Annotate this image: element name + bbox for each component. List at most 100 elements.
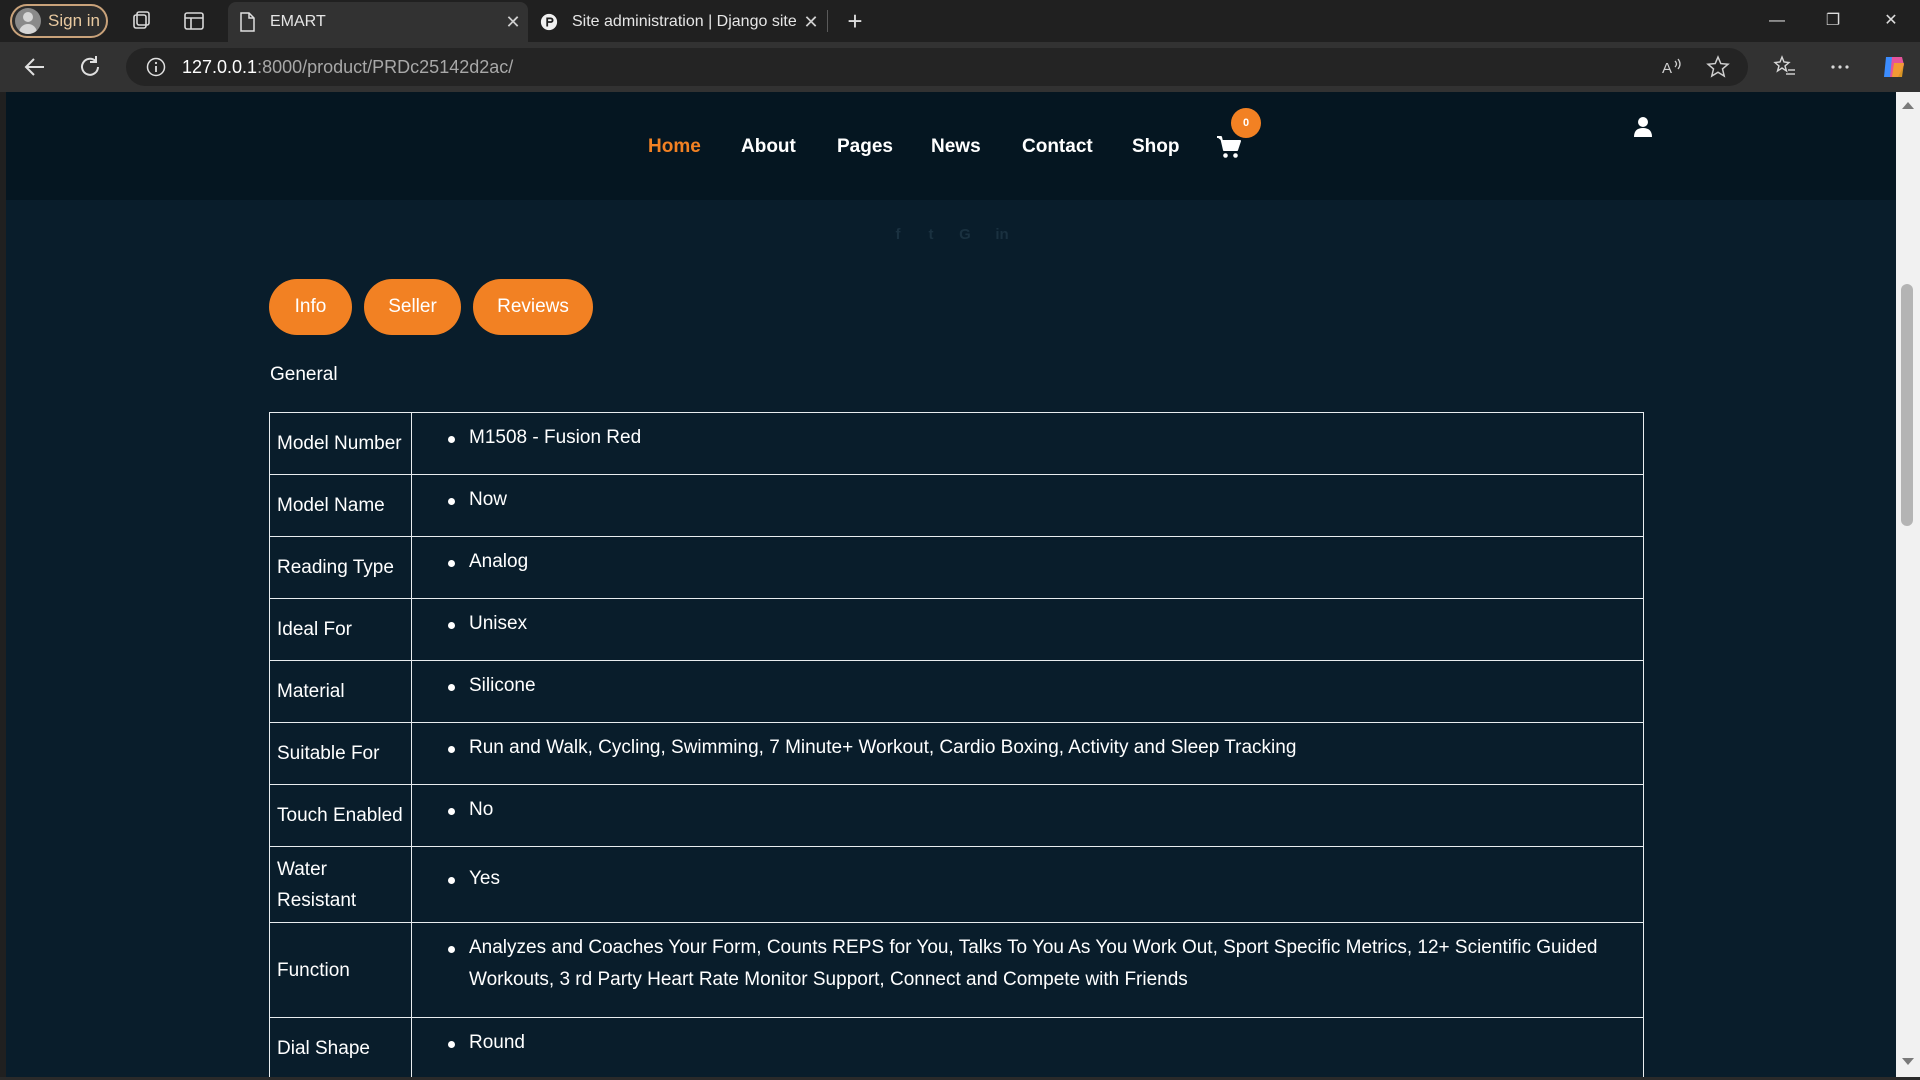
table-row: Model Number M1508 - Fusion Red [269, 412, 1644, 475]
favorites-list-icon[interactable] [1773, 55, 1797, 79]
spec-key: Water Resistant [269, 846, 412, 923]
table-row: Suitable For Run and Walk, Cycling, Swim… [269, 722, 1644, 785]
tab-title: EMART [270, 13, 326, 30]
spec-value: Run and Walk, Cycling, Swimming, 7 Minut… [469, 737, 1297, 758]
spec-key: Dial Shape [269, 1017, 412, 1077]
sign-in-button[interactable]: Sign in [10, 4, 108, 38]
nav-contact[interactable]: Contact [1022, 136, 1093, 158]
tab-reviews[interactable]: Reviews [473, 279, 593, 335]
url-host: 127.0.0.1 [182, 56, 258, 77]
user-account-icon[interactable] [1633, 116, 1653, 138]
spec-value-cell: Unisex [411, 598, 1644, 661]
table-row: Function Analyzes and Coaches Your Form,… [269, 922, 1644, 1018]
bullet-dot [448, 1041, 455, 1048]
back-arrow-icon[interactable] [22, 54, 48, 80]
spec-value: Analog [469, 551, 529, 572]
table-row: Model Name Now [269, 474, 1644, 537]
sign-in-label: Sign in [48, 11, 100, 30]
specifications-table: Model Number M1508 - Fusion Red Model Na… [269, 412, 1644, 1077]
spec-value-cell: Yes [411, 846, 1644, 923]
bullet-dot [448, 622, 455, 629]
close-tab-icon[interactable]: ✕ [796, 12, 826, 33]
spec-value: Unisex [469, 613, 528, 634]
bullet-dot [448, 746, 455, 753]
workspaces-icon[interactable] [130, 10, 152, 32]
vertical-scrollbar[interactable] [1896, 92, 1920, 1077]
spec-value-cell: Round [411, 1017, 1644, 1077]
web-page: Home About Pages News Contact Shop 0 f t… [6, 92, 1896, 1077]
url-field[interactable]: 127.0.0.1:8000/product/PRDc25142d2ac/ A [126, 48, 1748, 86]
spec-key: Ideal For [269, 598, 412, 661]
tab-emart[interactable]: EMART ✕ [228, 2, 528, 42]
bullet-dot [448, 684, 455, 691]
django-favicon-icon [540, 13, 558, 31]
table-row: Water Resistant Yes [269, 846, 1644, 923]
close-tab-icon[interactable]: ✕ [498, 12, 528, 33]
table-row: Material Silicone [269, 660, 1644, 723]
nav-shop[interactable]: Shop [1132, 136, 1180, 158]
spec-value-cell: Analyzes and Coaches Your Form, Counts R… [411, 922, 1644, 1018]
spec-value: M1508 - Fusion Red [469, 427, 642, 448]
tab-info[interactable]: Info [269, 279, 352, 335]
site-info-icon[interactable] [146, 57, 166, 77]
tab-seller[interactable]: Seller [364, 279, 461, 335]
twitter-icon[interactable]: t [922, 226, 940, 244]
svg-text:A: A [1662, 60, 1672, 77]
nav-about[interactable]: About [741, 136, 796, 158]
close-window-button[interactable]: ✕ [1871, 8, 1911, 34]
scroll-up-arrow-icon[interactable] [1902, 102, 1914, 109]
spec-value-cell: Silicone [411, 660, 1644, 723]
google-plus-icon[interactable]: G [956, 226, 974, 244]
spec-key: Touch Enabled [269, 784, 412, 847]
table-row: Touch Enabled No [269, 784, 1644, 847]
section-title: General [270, 364, 338, 385]
page-icon [240, 12, 255, 32]
spec-key: Suitable For [269, 722, 412, 785]
table-row: Dial Shape Round [269, 1017, 1644, 1077]
spec-value: Yes [469, 868, 500, 889]
restore-button[interactable]: ❐ [1813, 8, 1853, 34]
spec-key: Material [269, 660, 412, 723]
nav-news[interactable]: News [931, 136, 981, 158]
spec-value-cell: No [411, 784, 1644, 847]
bullet-dot [448, 436, 455, 443]
product-tabs: Info Seller Reviews [269, 279, 593, 335]
spec-key: Function [269, 922, 412, 1018]
new-tab-button[interactable]: + [840, 6, 870, 36]
table-row: Ideal For Unisex [269, 598, 1644, 661]
nav-home[interactable]: Home [648, 136, 701, 158]
url-path: :8000/product/PRDc25142d2ac/ [257, 56, 514, 77]
scroll-down-arrow-icon[interactable] [1902, 1058, 1914, 1065]
refresh-icon[interactable] [77, 54, 103, 80]
table-row: Reading Type Analog [269, 536, 1644, 599]
nav-pages[interactable]: Pages [837, 136, 893, 158]
copilot-icon[interactable] [1880, 53, 1908, 81]
bullet-dot [448, 498, 455, 505]
scrollbar-thumb[interactable] [1901, 284, 1913, 526]
shopping-cart-icon[interactable] [1216, 134, 1242, 160]
more-options-icon[interactable] [1828, 55, 1852, 79]
cart-count-badge: 0 [1231, 108, 1261, 138]
spec-value-cell: Analog [411, 536, 1644, 599]
tab-django-admin[interactable]: Site administration | Django site a ✕ [530, 2, 826, 42]
linkedin-icon[interactable]: in [993, 226, 1011, 244]
spec-value-cell: Now [411, 474, 1644, 537]
facebook-icon[interactable]: f [889, 226, 907, 244]
spec-value: Analyzes and Coaches Your Form, Counts R… [469, 937, 1598, 990]
site-header: Home About Pages News Contact Shop 0 [6, 92, 1896, 200]
main-nav: Home About Pages News Contact Shop [6, 136, 1896, 166]
vertical-tabs-icon[interactable] [183, 10, 205, 32]
profile-avatar-icon [15, 8, 41, 34]
spec-key: Model Number [269, 412, 412, 475]
spec-value-cell: Run and Walk, Cycling, Swimming, 7 Minut… [411, 722, 1644, 785]
read-aloud-icon[interactable]: A [1660, 55, 1684, 79]
bullet-dot [448, 808, 455, 815]
browser-tab-bar: Sign in EMART ✕ Site administration | Dj… [0, 0, 1920, 42]
tab-divider [827, 10, 828, 32]
bullet-dot [448, 946, 455, 953]
spec-value: Round [469, 1032, 525, 1053]
minimize-button[interactable]: — [1757, 8, 1797, 34]
address-bar-row: 127.0.0.1:8000/product/PRDc25142d2ac/ A [0, 42, 1920, 92]
spec-value: Now [469, 489, 508, 510]
favorite-star-icon[interactable] [1706, 55, 1730, 79]
